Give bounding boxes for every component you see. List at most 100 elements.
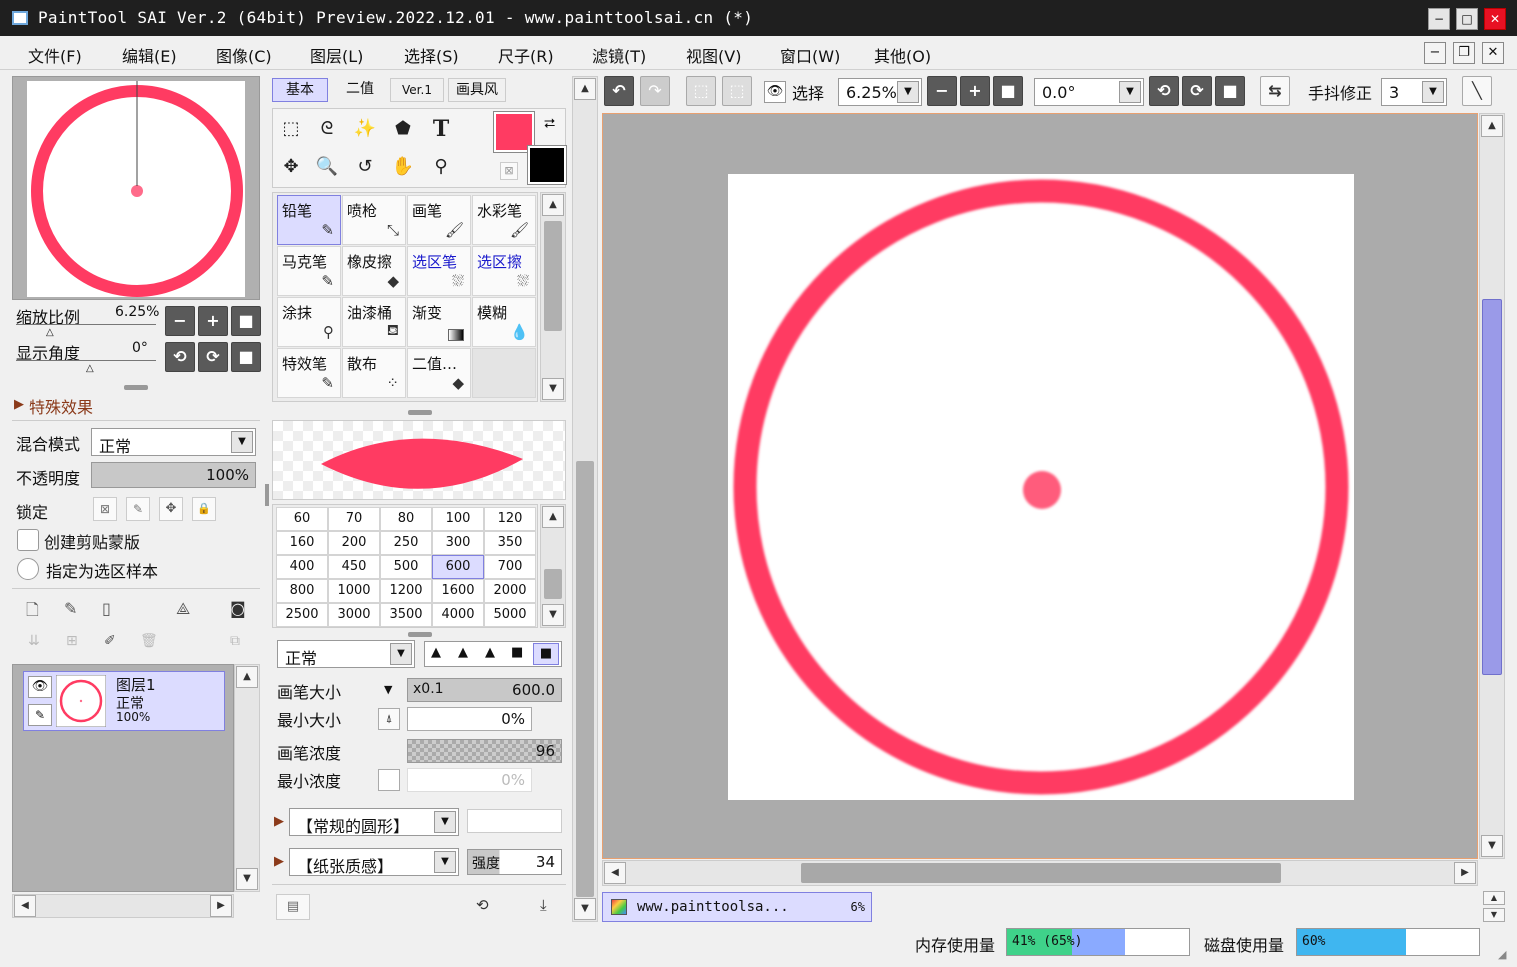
merge-down-icon[interactable]: ⇊ xyxy=(28,633,40,649)
canvas-angle-select[interactable]: 0.0° ▼ xyxy=(1034,78,1144,106)
canvas-rotate-reset-button[interactable]: ■ xyxy=(1215,76,1245,106)
size-preset[interactable]: 200 xyxy=(328,531,380,555)
rotate-tool-icon[interactable]: ↺ xyxy=(348,150,382,184)
brush-airbrush[interactable]: 喷枪 ⤡ xyxy=(342,195,406,245)
min-size-slider[interactable]: 0% xyxy=(407,707,532,731)
canvas-viewport[interactable] xyxy=(602,113,1478,859)
menu-ruler[interactable]: 尺子(R) xyxy=(498,43,554,67)
layer-properties-icon[interactable]: ⧉ xyxy=(230,633,240,649)
tab-binary[interactable]: 二值 xyxy=(332,78,388,102)
size-preset[interactable]: 250 xyxy=(380,531,432,555)
selection-visibility-icon[interactable]: 👁 xyxy=(764,81,786,103)
tab-paint-style[interactable]: 画具风 xyxy=(448,78,506,102)
brush-bucket[interactable]: 油漆桶 ⛾ xyxy=(342,297,406,347)
texture-expand-icon[interactable]: ▶ xyxy=(274,854,284,869)
resize-grip-icon[interactable]: ◢ xyxy=(1498,948,1506,961)
zoom-slider[interactable]: △ xyxy=(16,324,156,338)
doc-close-button[interactable]: ✕ xyxy=(1482,42,1504,64)
undo-button[interactable]: ↶ xyxy=(604,76,634,106)
canvas-rotate-right-button[interactable]: ⟳ xyxy=(1182,76,1212,106)
doc-tabs-up-arrow[interactable]: ▲ xyxy=(1483,891,1505,905)
brush-pencil[interactable]: 铅笔 ✎ xyxy=(277,195,341,245)
redo-button[interactable]: ↷ xyxy=(640,76,670,106)
brush-select-eraser[interactable]: 选区擦 ⛆ xyxy=(472,246,536,296)
brush-tip-selector[interactable]: ▲ ▲ ▲ ■ ■ xyxy=(424,641,562,667)
layer-edit-pencil-icon[interactable]: ✎ xyxy=(28,704,52,726)
size-preset[interactable]: 800 xyxy=(276,579,328,603)
size-preset[interactable]: 400 xyxy=(276,555,328,579)
brush-texture-select[interactable]: 【纸张质感】 ▼ xyxy=(289,848,459,876)
size-preset[interactable]: 350 xyxy=(484,531,536,555)
canvas-zoom-in-button[interactable]: + xyxy=(960,76,990,106)
menu-view[interactable]: 视图(V) xyxy=(686,43,741,67)
size-preset[interactable]: 80 xyxy=(380,507,432,531)
menu-layer[interactable]: 图层(L) xyxy=(310,43,363,67)
brush-scatter[interactable]: 散布 ⁘ xyxy=(342,348,406,398)
canvas-paper[interactable] xyxy=(728,174,1354,800)
panel-splitter[interactable] xyxy=(124,385,148,390)
clear-layer-icon[interactable]: ✐ xyxy=(104,633,116,649)
canvas-rotate-left-button[interactable]: ⟲ xyxy=(1149,76,1179,106)
size-preset[interactable]: 4000 xyxy=(432,603,484,627)
density-slider[interactable]: 96 xyxy=(407,739,562,763)
text-tool-icon[interactable]: T xyxy=(424,112,458,146)
clip-mask-checkbox[interactable] xyxy=(17,529,39,551)
delete-layer-icon[interactable]: 🗑 xyxy=(140,633,158,649)
menu-window[interactable]: 窗口(W) xyxy=(780,43,840,67)
lock-paint-icon[interactable]: ✎ xyxy=(126,497,150,521)
size-preset[interactable]: 160 xyxy=(276,531,328,555)
size-preset[interactable]: 600 xyxy=(432,555,484,579)
blend-mode-select[interactable]: 正常 ▼ xyxy=(91,428,256,456)
size-preset[interactable]: 5000 xyxy=(484,603,536,627)
size-preset[interactable]: 700 xyxy=(484,555,536,579)
angle-slider[interactable]: △ xyxy=(16,360,156,374)
size-preset[interactable]: 100 xyxy=(432,507,484,531)
doc-tabs-down-arrow[interactable]: ▼ xyxy=(1483,908,1505,922)
stabilizer-select[interactable]: 3 ▼ xyxy=(1381,78,1447,106)
selection-source-radio[interactable] xyxy=(17,558,39,580)
zoom-in-button[interactable]: + xyxy=(198,306,228,336)
menu-other[interactable]: 其他(O) xyxy=(874,43,931,67)
menu-image[interactable]: 图像(C) xyxy=(216,43,272,67)
menu-select[interactable]: 选择(S) xyxy=(404,43,459,67)
canvas-zoom-select[interactable]: 6.25% ▼ xyxy=(838,78,922,106)
rotate-reset-button[interactable]: ■ xyxy=(231,342,261,372)
brush-grid-scrollbar[interactable]: ▲ ▼ xyxy=(540,192,566,402)
size-preset[interactable]: 1600 xyxy=(432,579,484,603)
size-preset[interactable]: 3500 xyxy=(380,603,432,627)
swap-colors-icon[interactable]: ⮂ xyxy=(544,116,555,132)
layer-effect-icon[interactable]: ⟁ xyxy=(176,599,190,619)
size-splitter[interactable] xyxy=(408,632,432,637)
close-button[interactable]: ✕ xyxy=(1484,8,1506,30)
save-brush-icon[interactable]: ⤓ xyxy=(540,896,547,914)
minimize-button[interactable]: − xyxy=(1428,8,1450,30)
size-preset[interactable]: 1000 xyxy=(328,579,380,603)
brush-smudge[interactable]: 涂抹 ⚲ xyxy=(277,297,341,347)
shape-expand-icon[interactable]: ▶ xyxy=(274,814,284,829)
brush-brush[interactable]: 画笔 🖌 xyxy=(407,195,471,245)
brush-blend-select[interactable]: 正常 ▼ xyxy=(277,640,415,668)
rotate-left-button[interactable]: ⟲ xyxy=(165,342,195,372)
min-density-slider[interactable]: 0% xyxy=(407,768,532,792)
effects-expand-icon[interactable]: ▶ xyxy=(14,397,24,412)
opacity-slider[interactable]: 100% xyxy=(91,462,256,488)
hand-tool-icon[interactable]: ✋ xyxy=(386,150,420,184)
size-preset[interactable]: 1200 xyxy=(380,579,432,603)
lasso-icon[interactable]: ᘓ xyxy=(310,112,344,146)
brush-size-slider[interactable]: x0.1 600.0 xyxy=(407,678,562,702)
merge-visible-icon[interactable]: ⊞ xyxy=(66,633,78,649)
size-grid-scrollbar[interactable]: ▲ ▼ xyxy=(540,504,566,628)
menu-filter[interactable]: 滤镜(T) xyxy=(592,43,646,67)
brush-select-pen[interactable]: 选区笔 ⛆ xyxy=(407,246,471,296)
canvas-zoom-out-button[interactable]: − xyxy=(927,76,957,106)
texture-strength-slider[interactable]: 强度 34 xyxy=(467,849,562,875)
lock-all-icon[interactable]: 🔒 xyxy=(192,497,216,521)
canvas-zoom-reset-button[interactable]: ■ xyxy=(993,76,1023,106)
visibility-eye-icon[interactable]: 👁 xyxy=(28,676,52,698)
lock-move-icon[interactable]: ✥ xyxy=(159,497,183,521)
min-density-checkbox[interactable] xyxy=(378,769,400,791)
rotate-right-button[interactable]: ⟳ xyxy=(198,342,228,372)
doc-minimize-button[interactable]: − xyxy=(1424,42,1446,64)
reset-brush-icon[interactable]: ⟲ xyxy=(476,896,489,914)
zoom-reset-button[interactable]: ■ xyxy=(231,306,261,336)
